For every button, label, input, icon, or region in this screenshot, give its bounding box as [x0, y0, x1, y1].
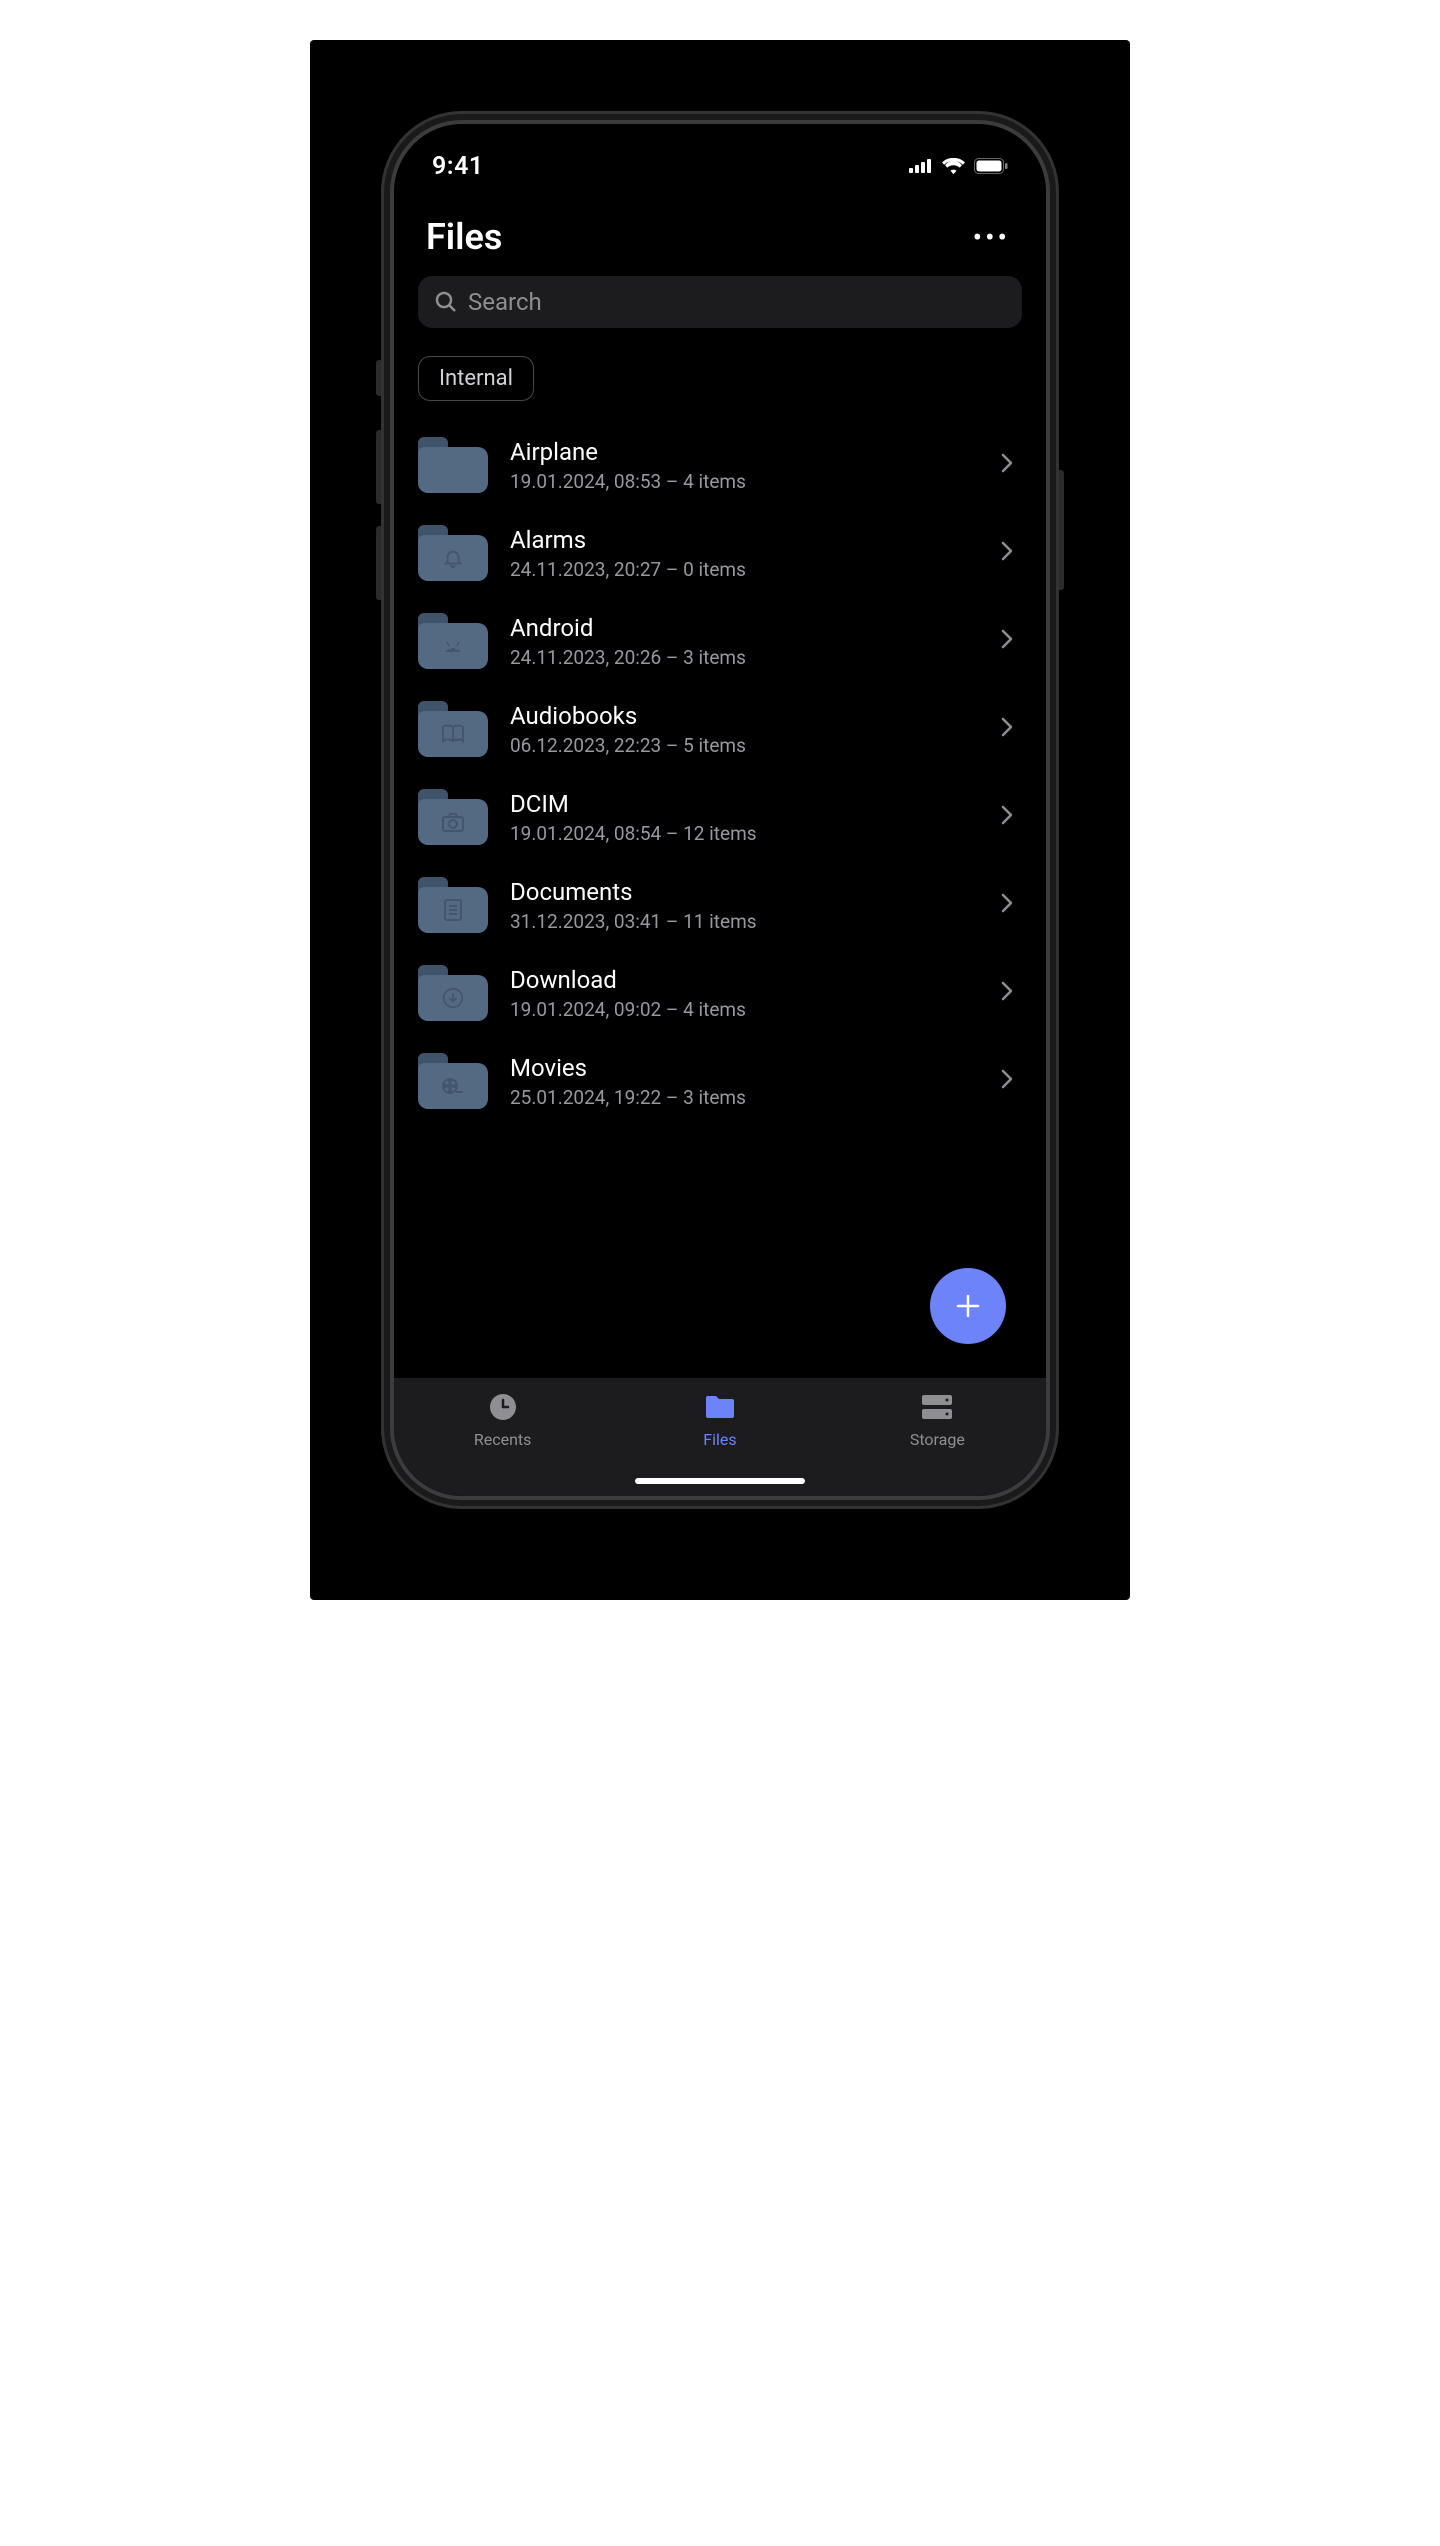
folder-meta: 24.11.2023, 20:27 – 0 items — [510, 558, 992, 581]
home-indicator[interactable] — [635, 1478, 805, 1484]
chevron-right-icon — [992, 804, 1022, 830]
cellular-icon — [909, 159, 933, 173]
folder-row[interactable]: Airplane 19.01.2024, 08:53 – 4 items — [418, 421, 1022, 509]
page-title: Files — [426, 216, 502, 258]
phone-frame: 9:41 Files ••• — [390, 120, 1050, 1500]
storage-icon — [922, 1392, 952, 1422]
folder-meta: 19.01.2024, 09:02 – 4 items — [510, 998, 992, 1021]
nav-recents[interactable]: Recents — [394, 1392, 611, 1496]
chevron-right-icon — [992, 716, 1022, 742]
folder-icon — [418, 1053, 488, 1109]
folder-meta: 25.01.2024, 19:22 – 3 items — [510, 1086, 992, 1109]
chevron-right-icon — [992, 540, 1022, 566]
chevron-right-icon — [992, 628, 1022, 654]
folder-name: Download — [510, 966, 992, 994]
folder-meta: 06.12.2023, 22:23 – 5 items — [510, 734, 992, 757]
folder-row[interactable]: Audiobooks 06.12.2023, 22:23 – 5 items — [418, 685, 1022, 773]
chevron-right-icon — [992, 892, 1022, 918]
nav-label: Files — [703, 1430, 736, 1449]
screen: 9:41 Files ••• — [394, 124, 1046, 1496]
folder-icon — [418, 701, 488, 757]
app-header: Files ••• — [394, 202, 1046, 276]
nav-label: Recents — [474, 1430, 532, 1449]
folder-icon — [418, 613, 488, 669]
clock-icon — [489, 1392, 517, 1422]
folder-row[interactable]: Download 19.01.2024, 09:02 – 4 items — [418, 949, 1022, 1037]
folder-name: Airplane — [510, 438, 992, 466]
plus-icon — [953, 1291, 983, 1321]
search-input[interactable] — [468, 288, 1006, 316]
search-field[interactable] — [418, 276, 1022, 328]
folder-meta: 19.01.2024, 08:53 – 4 items — [510, 470, 992, 493]
folder-row[interactable]: Android 24.11.2023, 20:26 – 3 items — [418, 597, 1022, 685]
status-icons — [909, 158, 1008, 174]
folder-meta: 19.01.2024, 08:54 – 12 items — [510, 822, 992, 845]
folder-name: Documents — [510, 878, 992, 906]
folder-icon — [418, 877, 488, 933]
search-icon — [434, 290, 458, 314]
status-time: 9:41 — [432, 152, 484, 181]
folder-icon — [418, 525, 488, 581]
folder-meta: 24.11.2023, 20:26 – 3 items — [510, 646, 992, 669]
nav-label: Storage — [910, 1430, 965, 1449]
chevron-right-icon — [992, 980, 1022, 1006]
folder-name: Android — [510, 614, 992, 642]
chevron-right-icon — [992, 452, 1022, 478]
more-options-button[interactable]: ••• — [973, 221, 1014, 254]
folder-list: Airplane 19.01.2024, 08:53 – 4 items Alarm… — [394, 421, 1046, 1378]
wifi-icon — [942, 158, 965, 174]
folder-icon — [418, 789, 488, 845]
folder-name: DCIM — [510, 790, 992, 818]
battery-icon — [974, 158, 1008, 174]
add-button[interactable] — [930, 1268, 1006, 1344]
chevron-right-icon — [992, 1068, 1022, 1094]
folder-name: Audiobooks — [510, 702, 992, 730]
breadcrumb-chip[interactable]: Internal — [418, 356, 534, 401]
folder-icon — [704, 1392, 736, 1422]
folder-row[interactable]: Alarms 24.11.2023, 20:27 – 0 items — [418, 509, 1022, 597]
folder-meta: 31.12.2023, 03:41 – 11 items — [510, 910, 992, 933]
folder-name: Alarms — [510, 526, 992, 554]
folder-name: Movies — [510, 1054, 992, 1082]
folder-icon — [418, 965, 488, 1021]
folder-row[interactable]: Documents 31.12.2023, 03:41 – 11 items — [418, 861, 1022, 949]
folder-row[interactable]: DCIM 19.01.2024, 08:54 – 12 items — [418, 773, 1022, 861]
dynamic-island — [645, 140, 795, 184]
nav-storage[interactable]: Storage — [829, 1392, 1046, 1496]
folder-row[interactable]: Movies 25.01.2024, 19:22 – 3 items — [418, 1037, 1022, 1125]
folder-icon — [418, 437, 488, 493]
